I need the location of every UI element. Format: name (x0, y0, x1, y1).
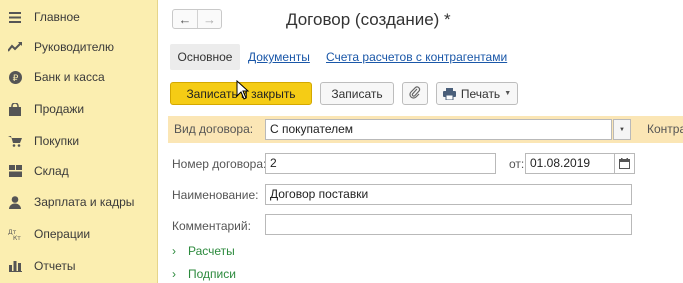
page-title: Договор (создание) * (286, 10, 451, 29)
sidebar-item-reports[interactable]: Отчеты (0, 254, 158, 278)
sidebar-item-label: Операции (34, 227, 91, 241)
save-button[interactable]: Записать (320, 82, 394, 105)
sidebar-item-label: Покупки (34, 134, 80, 148)
chevron-right-icon: › (172, 267, 176, 281)
back-button[interactable]: ← (173, 10, 197, 28)
contract-type-label: Вид договора: (174, 122, 254, 136)
document-form: ← → Договор (создание) * Основное Докуме… (158, 0, 683, 283)
sidebar-item-purchases[interactable]: Покупки (0, 129, 158, 153)
svg-text:Кт: Кт (13, 235, 21, 240)
attach-button[interactable] (402, 82, 428, 105)
date-input[interactable]: 01.08.2019 (525, 153, 615, 174)
operations-icon: Дт Кт (8, 227, 22, 241)
section-payments-label: Расчеты (188, 244, 235, 258)
warehouse-icon (8, 164, 22, 178)
section-signatures-label: Подписи (188, 267, 236, 281)
chevron-right-icon: › (172, 244, 176, 258)
contract-number-input[interactable]: 2 (265, 153, 496, 174)
sidebar: Главное Руководителю ₽ Банк и касса Прод… (0, 0, 158, 283)
sidebar-item-salary[interactable]: Зарплата и кадры (0, 190, 158, 214)
ruble-icon: ₽ (8, 70, 22, 84)
trend-icon (8, 40, 22, 54)
sidebar-item-sales[interactable]: Продажи (0, 97, 158, 121)
print-button[interactable]: Печать ▼ (436, 82, 518, 105)
hamburger-icon (8, 10, 22, 24)
sidebar-item-label: Склад (34, 164, 69, 178)
counterparty-label: Контрагент (647, 122, 683, 136)
section-payments[interactable]: › Расчеты (172, 244, 235, 258)
history-nav: ← → (172, 9, 222, 29)
sidebar-item-label: Банк и касса (34, 70, 105, 84)
chevron-down-icon: ▼ (504, 90, 512, 97)
sidebar-item-main[interactable]: Главное (0, 5, 158, 29)
sidebar-item-label: Главное (34, 10, 80, 24)
contract-number-label: Номер договора: (172, 157, 267, 171)
calendar-button[interactable] (615, 153, 635, 174)
sidebar-item-label: Зарплата и кадры (34, 195, 135, 209)
contract-type-select[interactable]: С покупателем (265, 119, 612, 140)
name-input[interactable]: Договор поставки (265, 184, 632, 205)
tab-accounts[interactable]: Счета расчетов с контрагентами (326, 50, 507, 64)
chevron-down-icon: ▼ (619, 126, 625, 133)
tab-main[interactable]: Основное (170, 44, 240, 70)
sidebar-item-label: Отчеты (34, 259, 76, 273)
sidebar-item-warehouse[interactable]: Склад (0, 159, 158, 183)
sidebar-item-label: Продажи (34, 102, 85, 116)
sidebar-item-bank[interactable]: ₽ Банк и касса (0, 65, 158, 89)
printer-icon (442, 87, 456, 100)
forward-button[interactable]: → (197, 10, 221, 28)
section-signatures[interactable]: › Подписи (172, 267, 236, 281)
name-label: Наименование: (172, 188, 259, 202)
date-label: от: (509, 157, 525, 171)
sidebar-item-operations[interactable]: Дт Кт Операции (0, 222, 158, 246)
comment-label: Комментарий: (172, 219, 251, 233)
bar-chart-icon (8, 259, 22, 273)
sidebar-item-manager[interactable]: Руководителю (0, 35, 158, 59)
tab-documents[interactable]: Документы (248, 50, 310, 64)
bag-icon (8, 102, 22, 116)
svg-text:₽: ₽ (12, 74, 18, 84)
print-label: Печать (460, 86, 501, 101)
sidebar-item-label: Руководителю (34, 40, 115, 54)
paperclip-icon (409, 85, 421, 102)
calendar-icon (619, 158, 630, 169)
cart-icon (8, 134, 22, 148)
mouse-cursor-icon (236, 79, 252, 100)
person-icon (8, 195, 22, 209)
comment-input[interactable] (265, 214, 632, 235)
contract-type-dropdown-button[interactable]: ▼ (613, 119, 631, 140)
